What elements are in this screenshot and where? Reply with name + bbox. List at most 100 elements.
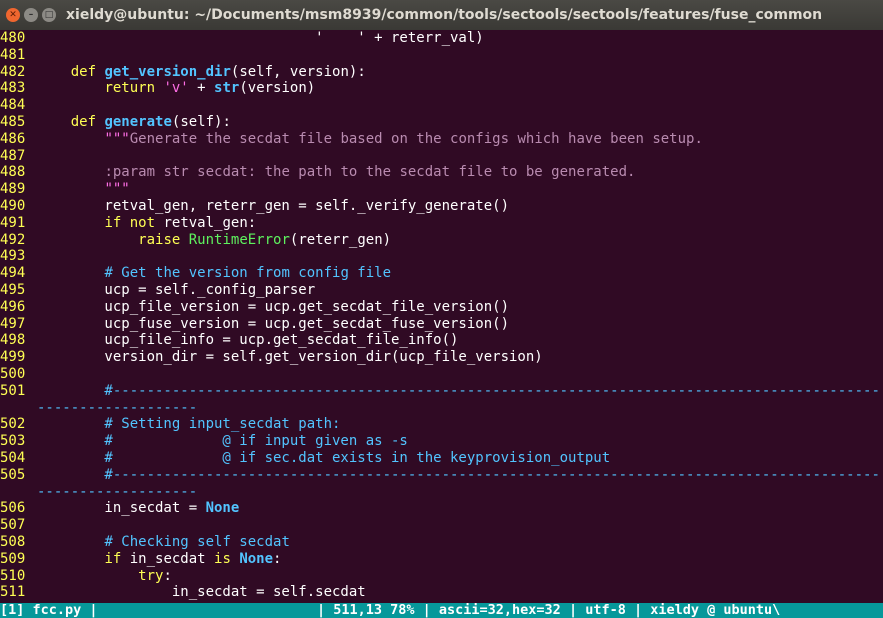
line-number: 495 <box>0 281 26 298</box>
keyword: return <box>104 80 156 97</box>
code-text: (self): <box>171 113 231 130</box>
code-text: + <box>188 80 215 97</box>
code-text: version_dir = self.get_version_dir(ucp_f… <box>37 349 543 366</box>
keyword: if <box>104 214 122 231</box>
code-line: 488 :param str secdat: the path to the s… <box>0 164 883 181</box>
code-line: 482 def get_version_dir(self, version): <box>0 64 883 81</box>
constant: None <box>239 550 274 567</box>
line-number: 490 <box>0 197 26 214</box>
line-number: 484 <box>0 97 26 114</box>
code-text: ' ' + reterr_val) <box>37 30 484 46</box>
wrapped-comment: ------------------- <box>37 483 198 500</box>
line-number: 492 <box>0 231 26 248</box>
code-line: 492 raise RuntimeError(reterr_gen) <box>0 232 883 249</box>
keyword: not <box>129 214 156 231</box>
line-number: 491 <box>0 214 26 231</box>
code-line: 489 """ <box>0 181 883 198</box>
line-number: 508 <box>0 533 26 550</box>
line-number: 502 <box>0 416 26 433</box>
code-text: (self, version): <box>230 63 366 80</box>
code-line: 491 if not retval_gen: <box>0 215 883 232</box>
line-number: 509 <box>0 550 26 567</box>
line-number: 497 <box>0 315 26 332</box>
keyword: def <box>70 113 97 130</box>
line-number: 503 <box>0 433 26 450</box>
minimize-icon[interactable]: – <box>24 8 38 22</box>
line-number: 500 <box>0 365 26 382</box>
code-line: 506 in_secdat = None <box>0 500 883 517</box>
code-line: 510 try: <box>0 568 883 585</box>
code-line: 484 <box>0 97 883 114</box>
builtin-function: str <box>214 80 240 97</box>
code-text: ucp_fuse_version = ucp.get_secdat_fuse_v… <box>37 315 510 332</box>
comment: # Get the version from config file <box>104 265 392 282</box>
docstring-quotes: """ <box>104 181 130 198</box>
code-line: 498 ucp_file_info = ucp.get_secdat_file_… <box>0 332 883 349</box>
code-line: 509 if in_secdat is None: <box>0 551 883 568</box>
code-text: (version) <box>239 80 316 97</box>
maximize-icon[interactable]: □ <box>42 8 56 22</box>
code-line: 511 in_secdat = self.secdat <box>0 584 883 601</box>
code-line: 497 ucp_fuse_version = ucp.get_secdat_fu… <box>0 316 883 333</box>
line-number: 487 <box>0 147 26 164</box>
keyword: raise <box>138 231 181 248</box>
code-line: 486 """Generate the secdat file based on… <box>0 131 883 148</box>
keyword: def <box>70 63 97 80</box>
code-line: 508 # Checking self secdat <box>0 534 883 551</box>
code-text: ucp = self._config_parser <box>37 281 316 298</box>
constant: None <box>205 500 240 517</box>
line-number: 481 <box>0 46 26 63</box>
docstring: Generate the secdat file based on the co… <box>129 130 703 147</box>
line-number: 505 <box>0 466 26 483</box>
code-line: 480 ' ' + reterr_val) <box>0 30 883 47</box>
comment: # Checking self secdat <box>104 533 290 550</box>
code-text: in_secdat <box>121 550 215 567</box>
vim-status-line: [1] fcc.py | | 511,13 78% | ascii=32,hex… <box>0 603 883 618</box>
code-line: 493 <box>0 248 883 265</box>
code-line: 495 ucp = self._config_parser <box>0 282 883 299</box>
exception-name: RuntimeError <box>188 231 290 248</box>
line-number: 506 <box>0 500 26 517</box>
close-icon[interactable]: ✕ <box>6 8 20 22</box>
title-bar: ✕ – □ xieldy@ubuntu: ~/Documents/msm8939… <box>0 0 883 30</box>
function-name: generate <box>104 113 172 130</box>
comment: # @ if input given as -s <box>37 433 408 450</box>
code-line: 504 # @ if sec.dat exists in the keyprov… <box>0 450 883 467</box>
code-text: (reterr_gen) <box>289 231 392 248</box>
editor-area[interactable]: 480 ' ' + reterr_val) 481 482 def get_ve… <box>0 30 883 603</box>
wrapped-comment: ------------------- <box>37 399 198 416</box>
comment: #---------------------------------------… <box>37 382 880 399</box>
code-line: 487 <box>0 148 883 165</box>
line-number: 507 <box>0 517 26 534</box>
line-number: 482 <box>0 63 26 80</box>
line-number: 486 <box>0 130 26 147</box>
line-number: 489 <box>0 181 26 198</box>
code-text: in_secdat = <box>37 500 206 517</box>
comment: # Setting input_secdat path: <box>37 416 341 433</box>
code-line: 490 retval_gen, reterr_gen = self._verif… <box>0 198 883 215</box>
code-line: 500 <box>0 366 883 383</box>
string-literal: 'v' <box>163 80 189 97</box>
line-number: 496 <box>0 298 26 315</box>
line-number: 498 <box>0 332 26 349</box>
code-line: 505 #-----------------------------------… <box>0 467 883 484</box>
code-text: retval_gen: <box>155 214 257 231</box>
docstring-quotes: """ <box>104 130 130 147</box>
code-line: 507 <box>0 517 883 534</box>
line-number: 511 <box>0 584 26 601</box>
comment: # @ if sec.dat exists in the keyprovisio… <box>37 449 611 466</box>
line-number: 510 <box>0 567 26 584</box>
line-number: 483 <box>0 80 26 97</box>
code-text: retval_gen, reterr_gen = self._verify_ge… <box>37 197 510 214</box>
code-line: 502 # Setting input_secdat path: <box>0 416 883 433</box>
code-text: ucp_file_info = ucp.get_secdat_file_info… <box>37 332 459 349</box>
